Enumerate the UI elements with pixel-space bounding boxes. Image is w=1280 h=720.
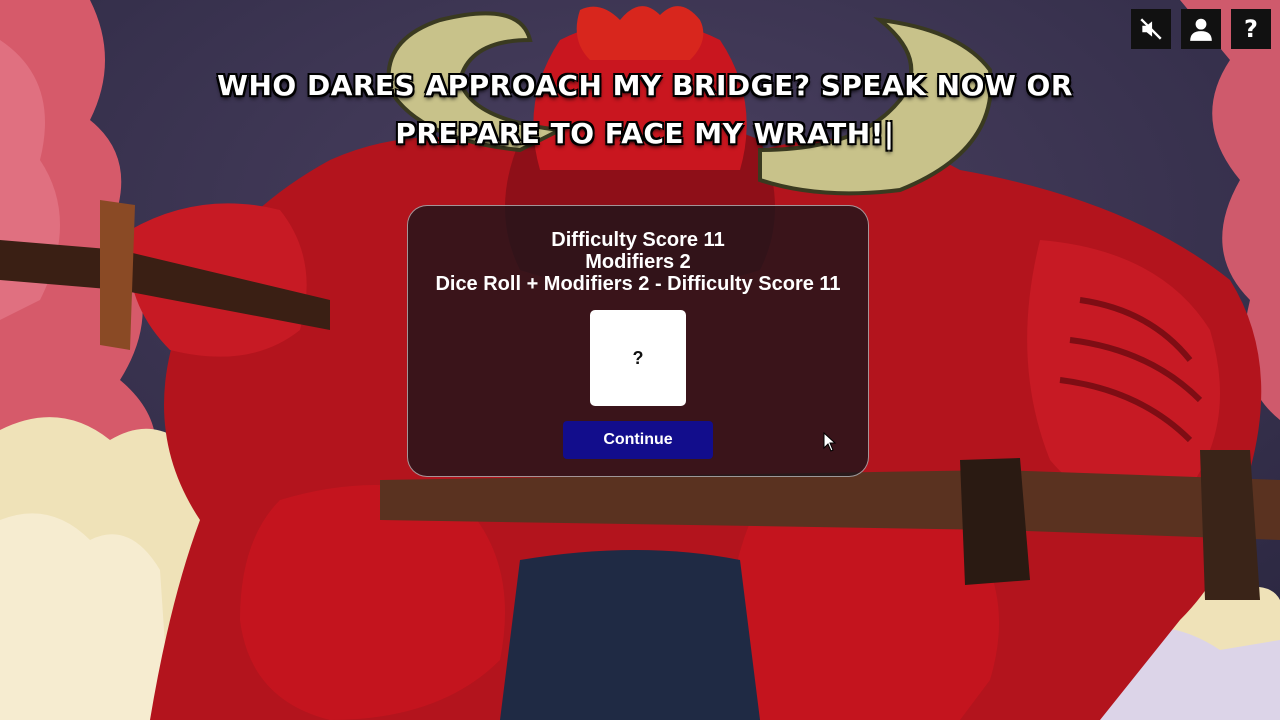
skill-check-panel: Difficulty Score 11 Modifiers 2 Dice Rol…	[407, 205, 869, 477]
roll-formula-text: Dice Roll + Modifiers 2 - Difficulty Sco…	[435, 273, 841, 295]
top-toolbar: ?	[1131, 9, 1271, 49]
profile-button[interactable]	[1181, 9, 1221, 49]
dice-face[interactable]: ?	[590, 310, 686, 406]
dice-value: ?	[632, 347, 644, 368]
modifiers-text: Modifiers 2	[585, 251, 691, 273]
game-screen: ? Who dares approach my bridge? Speak no…	[0, 0, 1280, 720]
continue-button[interactable]: Continue	[563, 421, 713, 459]
mouse-pointer-icon	[823, 432, 837, 452]
roll-stats: Difficulty Score 11 Modifiers 2 Dice Rol…	[408, 229, 868, 295]
difficulty-score-text: Difficulty Score 11	[551, 229, 725, 251]
help-button[interactable]: ?	[1231, 9, 1271, 49]
troll-dialogue-text: Who dares approach my bridge? Speak now …	[217, 69, 1073, 150]
speaker-muted-icon	[1140, 18, 1162, 40]
user-icon	[1190, 18, 1212, 41]
mute-button[interactable]	[1131, 9, 1171, 49]
help-icon: ?	[1244, 15, 1258, 43]
